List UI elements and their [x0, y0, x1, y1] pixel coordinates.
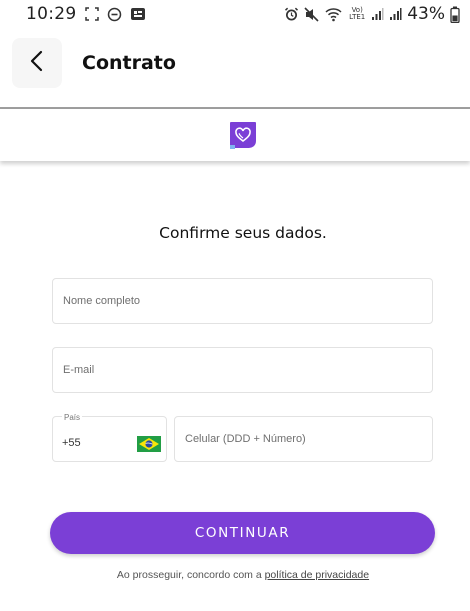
- do-not-disturb-icon: [107, 7, 122, 22]
- consent-text: Ao prosseguir, concordo com a política d…: [0, 569, 470, 581]
- consent-prefix: Ao prosseguir, concordo com a: [116, 569, 262, 581]
- battery-percent: 43%: [407, 4, 445, 24]
- status-time: 10:29: [26, 4, 77, 24]
- brand-logo-icon: [229, 121, 257, 150]
- country-label: País: [62, 413, 83, 422]
- alarm-icon: [284, 7, 299, 22]
- brazil-flag-icon: [137, 436, 161, 452]
- name-input[interactable]: [53, 279, 432, 323]
- mute-icon: [304, 6, 320, 22]
- email-field[interactable]: [52, 347, 433, 393]
- logo-band: [0, 109, 470, 161]
- volte-icon: Vo) LTE1: [348, 7, 366, 21]
- wifi-icon: [325, 7, 343, 22]
- email-input[interactable]: [53, 348, 432, 392]
- page-title: Contrato: [82, 52, 176, 74]
- country-select[interactable]: País +55: [52, 413, 167, 462]
- back-button[interactable]: [12, 38, 62, 88]
- name-field[interactable]: [52, 278, 433, 324]
- volte-label: Vo) LTE1: [349, 6, 366, 21]
- battery-icon: [450, 6, 460, 23]
- chevron-left-icon: [29, 50, 45, 77]
- privacy-policy-link[interactable]: política de privacidade: [265, 569, 369, 581]
- screenshot-frame-icon: [84, 7, 99, 21]
- notification-app-icon: [130, 7, 146, 22]
- continue-button[interactable]: CONTINUAR: [50, 512, 435, 554]
- phone-input[interactable]: [175, 417, 432, 461]
- app-header: Contrato: [0, 28, 470, 106]
- signal-icon-1: [371, 7, 384, 21]
- signal-icon-2: [389, 7, 402, 21]
- form-heading: Confirme seus dados.: [159, 224, 327, 242]
- country-code: +55: [62, 437, 81, 449]
- phone-field[interactable]: [174, 416, 433, 462]
- status-bar: 10:29 Vo) LTE1 43%: [0, 0, 470, 28]
